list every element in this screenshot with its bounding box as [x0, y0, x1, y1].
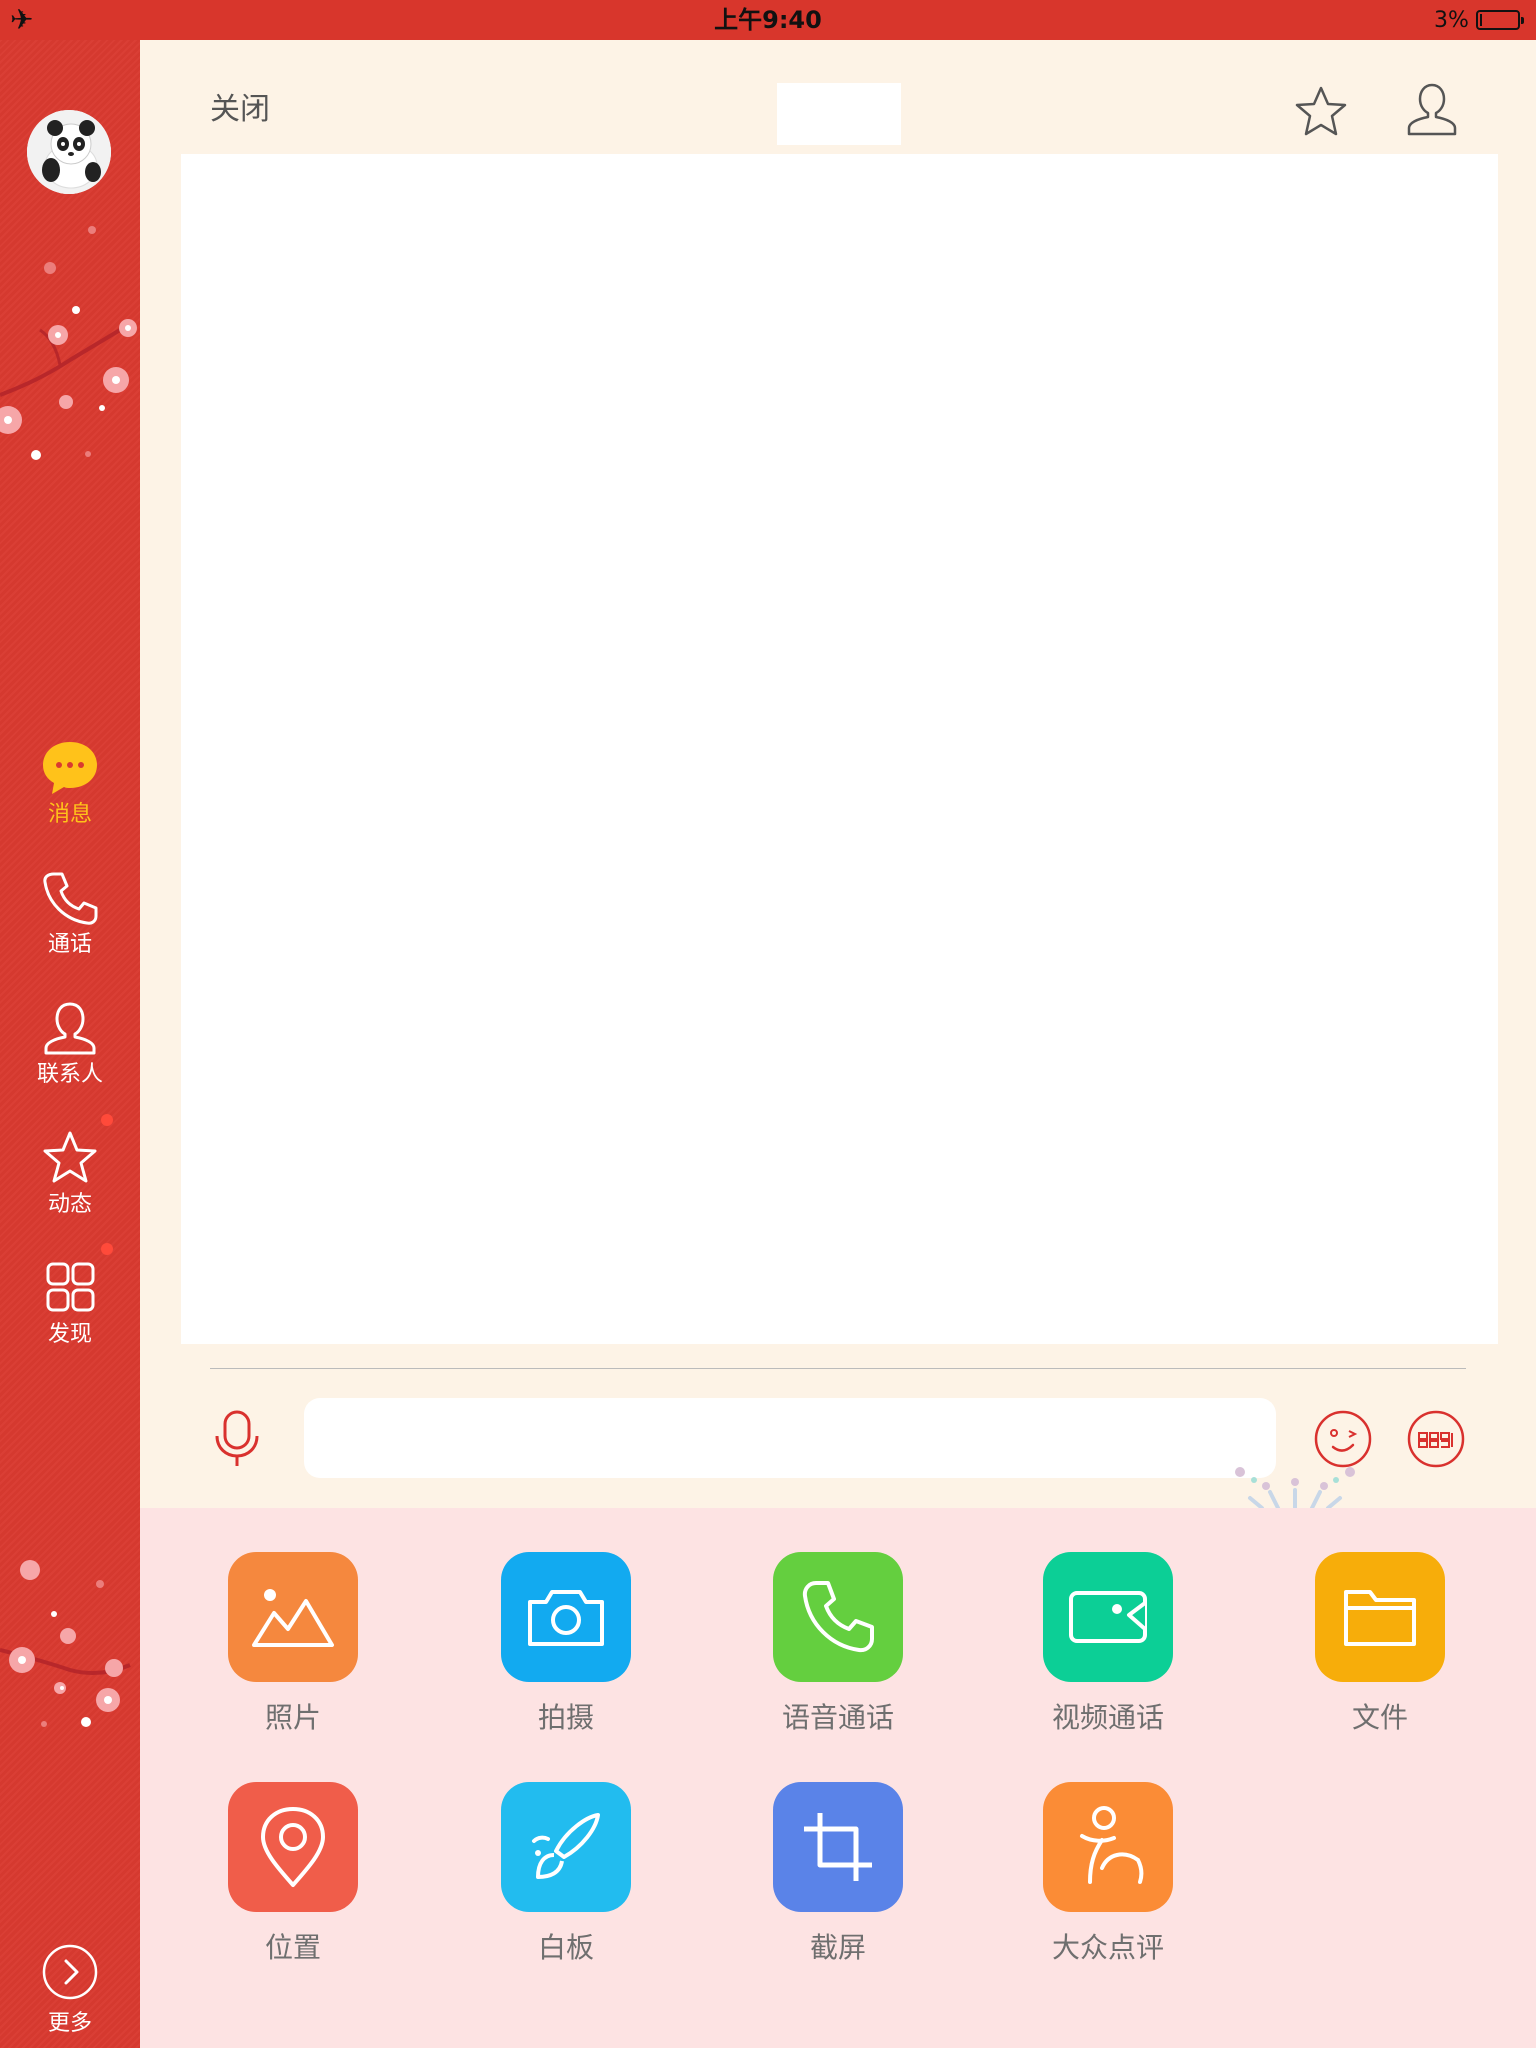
chat-bubble-icon: [43, 742, 97, 794]
action-video-call[interactable]: 视频通话: [1008, 1552, 1208, 1736]
phone-icon: [802, 1581, 874, 1653]
chat-title: [777, 83, 901, 145]
more-options-icon[interactable]: [1406, 1409, 1466, 1469]
grid-icon: [46, 1262, 95, 1312]
photo-icon: [252, 1589, 334, 1647]
fireworks-decoration: [1235, 1467, 1355, 1508]
person-icon: [44, 1002, 96, 1055]
more-label: 更多: [47, 2011, 92, 2036]
blossom-decoration: [0, 226, 137, 460]
status-bar: ✈ 上午9:40 3%: [0, 0, 1536, 40]
microphone-icon[interactable]: [212, 1408, 262, 1470]
action-label: 语音通话: [781, 1701, 894, 1734]
notification-dot: [101, 1114, 113, 1126]
action-photo[interactable]: 照片: [193, 1552, 393, 1736]
phone-icon: [43, 872, 98, 925]
nav-label-contacts: 联系人: [36, 1062, 103, 1087]
action-label: 截屏: [809, 1931, 866, 1964]
folder-icon: [1344, 1590, 1416, 1646]
chat-panel: 关闭: [140, 40, 1536, 1508]
action-whiteboard[interactable]: 白板: [466, 1782, 666, 1966]
whiteboard-brush-icon: [532, 1813, 600, 1879]
action-tile: [773, 1552, 903, 1682]
action-file[interactable]: 文件: [1280, 1552, 1480, 1736]
more-button[interactable]: 更多: [0, 1943, 140, 2039]
close-button[interactable]: 关闭: [210, 90, 270, 130]
nav-label-feed: 动态: [47, 1192, 92, 1217]
attachment-panel: 照片 拍摄 语音通话 视频通话 文件 位置 白板 截屏 大众点评: [140, 1508, 1536, 2048]
action-label: 视频通话: [1051, 1701, 1164, 1734]
action-tile: [1315, 1552, 1445, 1682]
action-camera[interactable]: 拍摄: [466, 1552, 666, 1736]
action-label: 拍摄: [537, 1701, 594, 1734]
nav-label-messages: 消息: [47, 802, 92, 827]
battery-percent: 3%: [1434, 8, 1469, 33]
camera-icon: [528, 1590, 604, 1646]
location-pin-icon: [261, 1807, 325, 1887]
action-label: 白板: [537, 1931, 594, 1964]
dianping-icon: [1080, 1806, 1144, 1884]
nav-item-discover[interactable]: 发现: [0, 1260, 140, 1350]
action-dianping[interactable]: 大众点评: [1008, 1782, 1208, 1966]
action-tile: [773, 1782, 903, 1912]
profile-icon[interactable]: [1404, 82, 1460, 138]
nav-item-calls[interactable]: 通话: [0, 870, 140, 960]
sidebar: 消息 通话 联系人 动态 发现 更多: [0, 40, 140, 2048]
divider: [210, 1368, 1466, 1369]
action-tile: [228, 1782, 358, 1912]
nav-label-calls: 通话: [47, 932, 92, 957]
message-list[interactable]: [181, 154, 1498, 1344]
action-tile: [228, 1552, 358, 1682]
action-tile: [1043, 1552, 1173, 1682]
action-label: 照片: [264, 1701, 321, 1734]
battery-icon: [1476, 10, 1524, 30]
nav-item-messages[interactable]: 消息: [0, 740, 140, 830]
nav-label-discover: 发现: [47, 1322, 92, 1347]
battery-level: [1480, 14, 1482, 26]
star-icon: [43, 1131, 97, 1183]
action-label: 文件: [1351, 1701, 1408, 1734]
nav-item-contacts[interactable]: 联系人: [0, 1000, 140, 1090]
status-time: 上午9:40: [714, 6, 822, 34]
action-tile: [501, 1552, 631, 1682]
crop-icon: [804, 1813, 872, 1881]
chevron-right-circle-icon: [42, 1944, 98, 2000]
action-location[interactable]: 位置: [193, 1782, 393, 1966]
action-label: 大众点评: [1051, 1931, 1164, 1964]
notification-dot: [101, 1243, 113, 1255]
action-voice-call[interactable]: 语音通话: [738, 1552, 938, 1736]
action-screenshot[interactable]: 截屏: [738, 1782, 938, 1966]
message-input[interactable]: [304, 1398, 1276, 1478]
blossom-decoration: [0, 1560, 131, 1727]
favorite-star-icon[interactable]: [1293, 84, 1349, 140]
nav-item-feed[interactable]: 动态: [0, 1130, 140, 1220]
action-tile: [1043, 1782, 1173, 1912]
video-icon: [1069, 1591, 1147, 1643]
action-label: 位置: [264, 1931, 321, 1964]
action-tile: [501, 1782, 631, 1912]
